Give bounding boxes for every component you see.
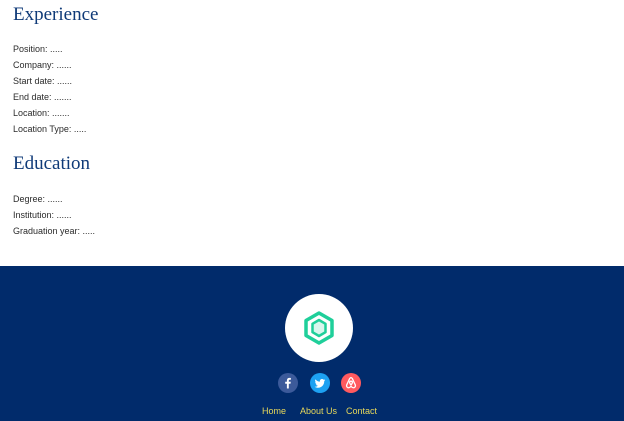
education-heading: Education — [13, 153, 91, 174]
experience-heading: Experience — [13, 4, 99, 25]
footer-link-home[interactable]: Home — [262, 405, 286, 417]
airbnb-icon — [345, 376, 357, 389]
footer-nav: Home About Us Contact — [0, 405, 624, 419]
graduation-year-field: Graduation year: ..... — [13, 226, 96, 236]
site-footer: Home About Us Contact — [0, 266, 624, 421]
footer-logo-link[interactable] — [285, 294, 353, 362]
end-date-field: End date: ....... — [13, 92, 72, 102]
footer-link-contact[interactable]: Contact — [346, 405, 377, 417]
institution-field: Institution: ...... — [13, 210, 72, 220]
twitter-link[interactable] — [310, 373, 330, 393]
start-date-field: Start date: ...... — [13, 76, 73, 86]
facebook-icon — [285, 377, 291, 389]
degree-field: Degree: ...... — [13, 194, 63, 204]
location-field: Location: ....... — [13, 108, 70, 118]
footer-link-about-us[interactable]: About Us — [300, 405, 337, 417]
location-type-field: Location Type: ..... — [13, 124, 87, 134]
position-field: Position: ..... — [13, 44, 63, 54]
facebook-link[interactable] — [278, 373, 298, 393]
twitter-icon — [314, 379, 326, 388]
airbnb-link[interactable] — [341, 373, 361, 393]
hexagon-logo-icon — [304, 311, 334, 345]
company-field: Company: ...... — [13, 60, 72, 70]
